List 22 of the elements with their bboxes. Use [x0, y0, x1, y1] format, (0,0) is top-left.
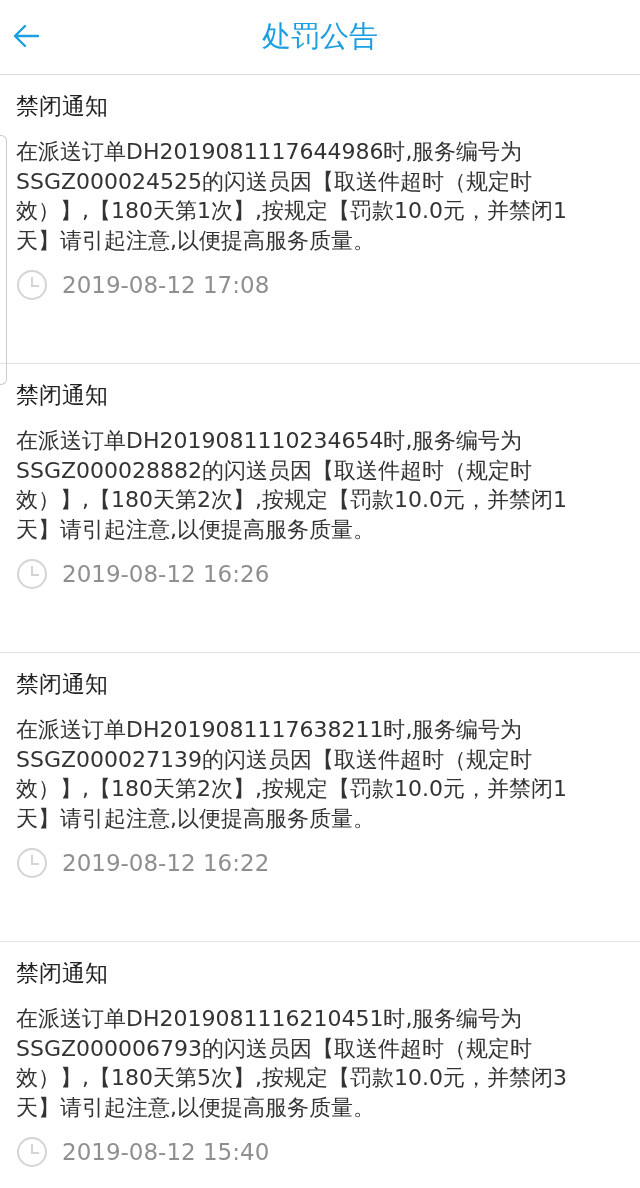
notice-time: 2019-08-12 15:40 [62, 1139, 270, 1166]
notice-title: 禁闭通知 [16, 959, 109, 988]
clock-icon [16, 558, 48, 591]
notice-time: 2019-08-12 16:26 [62, 561, 270, 588]
notice-title: 禁闭通知 [16, 381, 109, 410]
notice-body: 在派送订单DH2019081116210451时,服务编号为SSGZ000006793的闪送员因【取送件超时（规定时效）】,【180天第5次】,按规定【罚款10.0元，并禁闭3天】请引起注意,以便提高服务质量。 [16, 1005, 568, 1122]
notice-card[interactable]: 禁闭通知 在派送订单DH2019081117644986时,服务编号为SSGZ000024525的闪送员因【取送件超时（规定时效）】,【180天第1次】,按规定【罚款10.0元，并禁闭1天】请引起注意,以便提高服务质量。 2019-08-12 17:08 [0, 75, 640, 364]
notice-time: 2019-08-12 17:08 [62, 272, 270, 299]
notice-card[interactable]: 禁闭通知 在派送订单DH2019081110234654时,服务编号为SSGZ000028882的闪送员因【取送件超时（规定时效）】,【180天第2次】,按规定【罚款10.0元，并禁闭1天】请引起注意,以便提高服务质量。 2019-08-12 16:26 [0, 364, 640, 653]
back-arrow-icon [12, 24, 40, 48]
clock-icon [16, 1136, 48, 1169]
clock-icon [16, 269, 48, 302]
notice-card[interactable]: 禁闭通知 在派送订单DH2019081116210451时,服务编号为SSGZ000006793的闪送员因【取送件超时（规定时效）】,【180天第5次】,按规定【罚款10.0元，并禁闭3天】请引起注意,以便提高服务质量。 2019-08-12 15:40 [0, 942, 640, 1188]
clock-icon [16, 847, 48, 880]
page-title: 处罚公告 [262, 18, 378, 55]
notice-title: 禁闭通知 [16, 670, 109, 699]
notice-body: 在派送订单DH2019081110234654时,服务编号为SSGZ000028882的闪送员因【取送件超时（规定时效）】,【180天第2次】,按规定【罚款10.0元，并禁闭1天】请引起注意,以便提高服务质量。 [16, 427, 568, 544]
notice-body: 在派送订单DH2019081117638211时,服务编号为SSGZ000027139的闪送员因【取送件超时（规定时效）】,【180天第2次】,按规定【罚款10.0元，并禁闭1天】请引起注意,以便提高服务质量。 [16, 716, 568, 833]
notice-time: 2019-08-12 16:22 [62, 850, 270, 877]
notice-card[interactable]: 禁闭通知 在派送订单DH2019081117638211时,服务编号为SSGZ000027139的闪送员因【取送件超时（规定时效）】,【180天第2次】,按规定【罚款10.0元，并禁闭1天】请引起注意,以便提高服务质量。 2019-08-12 16:22 [0, 653, 640, 942]
notice-title: 禁闭通知 [16, 92, 109, 121]
notice-body: 在派送订单DH2019081117644986时,服务编号为SSGZ000024525的闪送员因【取送件超时（规定时效）】,【180天第1次】,按规定【罚款10.0元，并禁闭1天】请引起注意,以便提高服务质量。 [16, 138, 568, 255]
